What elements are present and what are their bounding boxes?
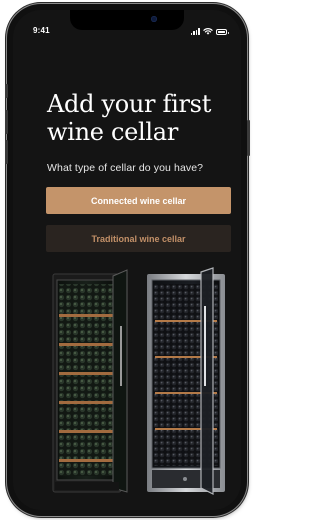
cellular-signal-icon [190,28,200,35]
traditional-wine-cellar-button[interactable]: Traditional wine cellar [46,225,231,252]
status-icons [190,26,229,35]
app-screen: 9:41 Add your first wine cellar What typ… [13,10,241,510]
status-bar: 9:41 [13,10,241,40]
side-button-volume-up [5,110,8,134]
wifi-icon [203,28,213,35]
notch [70,10,184,30]
side-button-power [247,120,250,156]
title-line-2: wine cellar [47,118,178,146]
side-button-volume-down [5,140,8,164]
status-time: 9:41 [33,26,50,35]
wine-cellars-illustration [52,267,225,495]
left-cellar [52,269,128,493]
side-button-silent [5,84,8,98]
battery-icon [216,29,229,35]
page-title: Add your first wine cellar [47,90,227,146]
right-cellar [147,267,225,495]
front-camera [151,16,157,22]
cellar-type-question: What type of cellar do you have? [47,162,204,174]
connected-wine-cellar-button[interactable]: Connected wine cellar [46,187,231,214]
phone-frame: 9:41 Add your first wine cellar What typ… [7,4,247,516]
title-line-1: Add your first [47,90,212,118]
